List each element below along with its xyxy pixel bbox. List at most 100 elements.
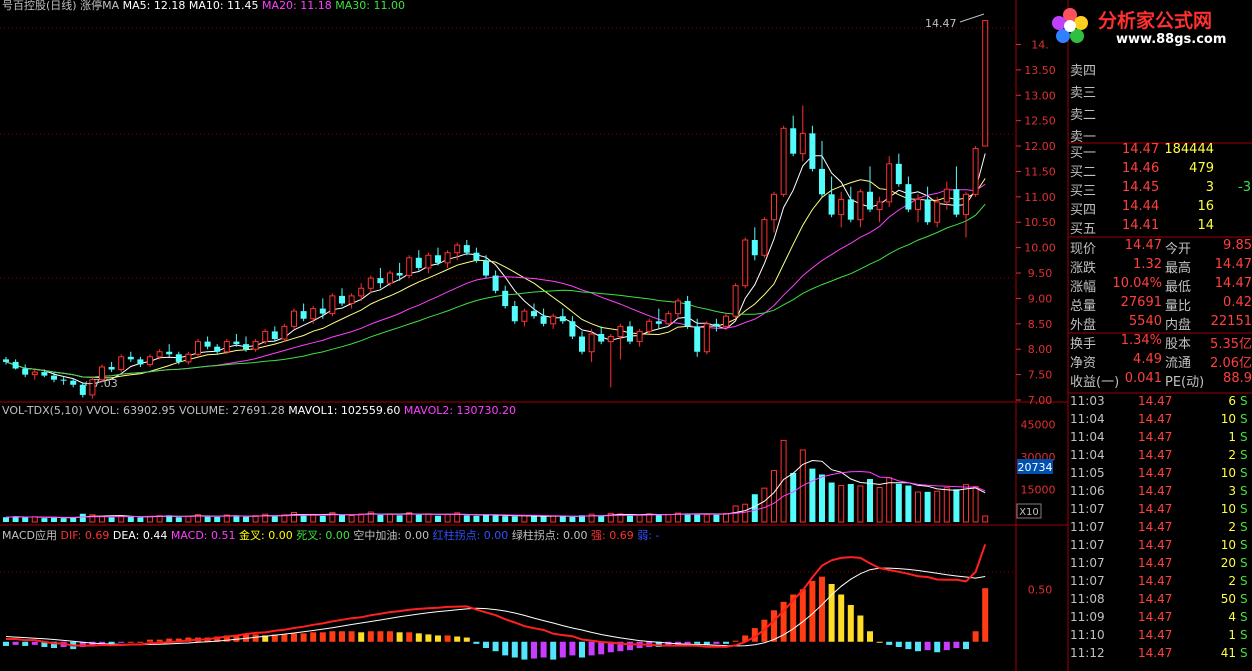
vol-title: VOL-TDX(5,10) (2, 404, 83, 417)
logo-url: www.88gs.com (1116, 32, 1227, 47)
candle-body (367, 277, 374, 289)
quote-row: 涨跌 1.32 最高 14.47 (1070, 257, 1252, 277)
quote-label: 今开 (1165, 242, 1192, 257)
volume-bar (742, 503, 749, 523)
quote-row: 涨幅 10.04% 最低 14.47 (1070, 276, 1252, 296)
tick-time: 11:03 (1070, 394, 1105, 408)
price-tick-label: 13.50 (1024, 64, 1056, 77)
candle-body (876, 201, 883, 211)
candle-body (243, 344, 249, 350)
candle-body (271, 331, 278, 340)
quote-row: 外盘 5540 内盘 22151 (1070, 314, 1252, 334)
macd-bar (358, 632, 365, 642)
macd-bar (847, 605, 854, 642)
volume-bar (819, 474, 825, 522)
volume-bar (291, 511, 297, 523)
macd-histogram (3, 576, 989, 660)
tick-time: 11:04 (1070, 412, 1105, 426)
macd-bar (540, 641, 547, 658)
tick-time: 11:07 (1070, 574, 1105, 588)
candle-body (435, 255, 441, 263)
candle-body (790, 128, 797, 154)
volume-bar (348, 514, 355, 523)
tick-volume: 2 (1228, 520, 1236, 534)
volume-bar (185, 516, 192, 523)
trade-tick-row: 11:08 14.47 50 S (1070, 592, 1252, 610)
indicator-name: 涨停MA (80, 0, 120, 12)
volume-bar (915, 491, 921, 523)
macd-bar (406, 632, 413, 642)
candle-body (348, 295, 355, 305)
quote-label: 现价 (1070, 242, 1097, 257)
candle-body (703, 323, 710, 353)
macd-bar (857, 615, 864, 642)
ask-row: 卖二 (1070, 104, 1252, 124)
refuel-value: 空中加油: 0.00 (353, 529, 430, 542)
tick-time: 11:04 (1070, 448, 1105, 462)
candle-body (166, 351, 173, 355)
trade-tick-row: 11:06 14.47 3 S (1070, 484, 1252, 502)
trade-tick-row: 11:09 14.47 4 S (1070, 610, 1252, 628)
macd-bar (771, 610, 777, 642)
trade-tick-row: 11:07 14.47 2 S (1070, 520, 1252, 538)
candle-body (425, 254, 432, 269)
high-price-pointer (959, 13, 985, 23)
macd-bar (367, 631, 374, 642)
macd-bar (435, 635, 441, 642)
macd-bar (972, 631, 979, 642)
macd-bar (415, 633, 422, 642)
candle-body (646, 320, 653, 332)
macd-value: MACD: 0.51 (170, 529, 236, 542)
volume-bar (713, 514, 720, 522)
trade-tick-row: 11:04 14.47 10 S (1070, 412, 1252, 430)
candle-body (70, 380, 77, 385)
macd-bar (569, 641, 576, 656)
volume-bar (31, 516, 38, 523)
volume-bar (694, 513, 701, 522)
candle-body (281, 325, 288, 340)
volume-bar (953, 489, 960, 522)
quote-label: 总量 (1070, 299, 1097, 314)
volume-bar (502, 516, 509, 522)
tick-volume: 10 (1220, 412, 1236, 426)
candle-body (982, 20, 989, 147)
tick-volume: 6 (1228, 394, 1236, 408)
candle-body (108, 366, 115, 370)
volume-bar (934, 490, 941, 523)
candle-body (310, 308, 317, 320)
macd-bar (723, 641, 729, 644)
volume-bar (147, 515, 153, 523)
bid-row: 买二 14.46 479 (1070, 161, 1252, 181)
macd-bar (319, 632, 326, 642)
tick-side: S (1240, 520, 1248, 534)
price-tick-label: 7.00 (1028, 394, 1053, 407)
volume-bar (598, 515, 605, 522)
tick-volume: 2 (1228, 574, 1236, 588)
trade-tick-row: 11:05 14.47 10 S (1070, 466, 1252, 484)
macd-bar (291, 633, 297, 642)
volume-bar (982, 515, 989, 523)
red-turn-value: 红柱拐点: 0.00 (432, 529, 509, 542)
candle-body (963, 193, 969, 216)
tick-volume: 3 (1228, 484, 1236, 498)
ask-row: 卖三 (1070, 82, 1252, 102)
macd-bar (300, 633, 307, 642)
kline-chart[interactable]: 14.13.5013.0012.5012.0011.5011.0010.5010… (0, 0, 1252, 671)
candle-body (175, 354, 182, 362)
macd-bar (934, 641, 941, 653)
tick-time: 11:05 (1070, 466, 1105, 480)
bid-volume: 184444 (1164, 142, 1214, 157)
candle-body (665, 313, 672, 325)
dif-value: DIF: 0.69 (60, 529, 110, 542)
macd-bar (377, 631, 384, 642)
weak-value: 弱: - (637, 529, 660, 542)
bid-row: 买一 14.47 184444 (1070, 142, 1252, 162)
trade-tick-row: 11:07 14.47 10 S (1070, 502, 1252, 520)
tick-time: 11:04 (1070, 430, 1105, 444)
trade-tick-row: 11:04 14.47 2 S (1070, 448, 1252, 466)
macd-bar (473, 641, 480, 644)
candle-body (329, 295, 336, 315)
macd-bar (713, 641, 720, 644)
candle-body (598, 333, 605, 342)
candle-body (233, 341, 240, 345)
